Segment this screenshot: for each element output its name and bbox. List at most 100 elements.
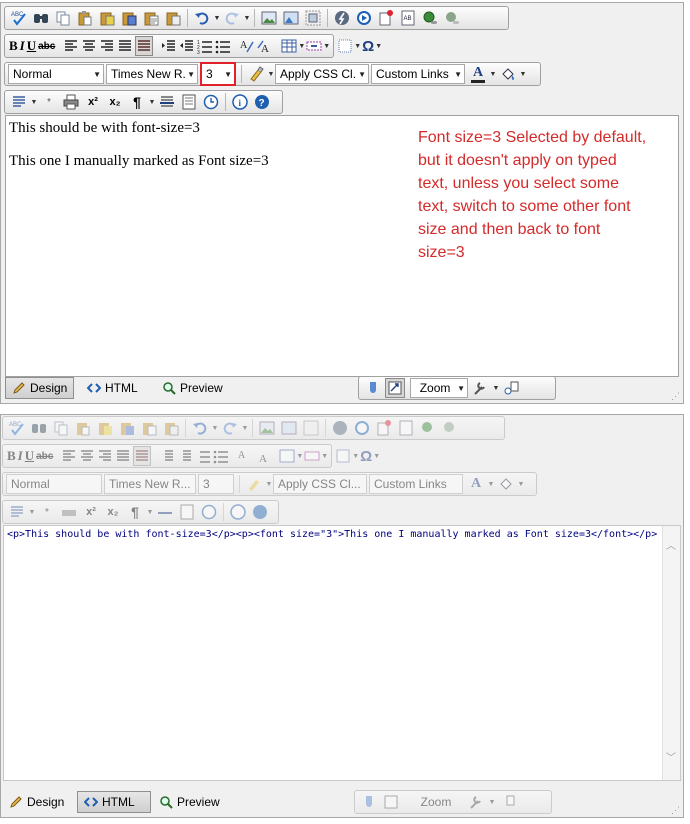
statistics-icon bbox=[497, 792, 517, 812]
tab-preview[interactable]: Preview bbox=[153, 791, 226, 813]
symbol-grid-dropdown-arrow[interactable]: ▼ bbox=[354, 37, 361, 55]
paste-html-icon[interactable] bbox=[141, 8, 161, 28]
document-manager-icon[interactable] bbox=[376, 8, 396, 28]
zoom-select[interactable]: Zoom ▼ bbox=[410, 378, 468, 398]
format-painter-icon[interactable] bbox=[246, 64, 266, 84]
image-map-icon[interactable] bbox=[281, 8, 301, 28]
tab-html[interactable]: HTML bbox=[81, 377, 144, 399]
design-content-area[interactable]: This should be with font-size=3 This one… bbox=[5, 115, 679, 377]
tools-dropdown-arrow[interactable]: ▼ bbox=[492, 379, 500, 397]
special-character-dropdown-arrow[interactable]: ▼ bbox=[375, 37, 382, 55]
format-stripper-icon[interactable]: A bbox=[239, 36, 255, 56]
redo-icon[interactable] bbox=[222, 8, 242, 28]
format-painter-dropdown-arrow[interactable]: ▼ bbox=[267, 65, 275, 83]
strikethrough-button[interactable]: abc bbox=[38, 36, 55, 56]
print-icon[interactable] bbox=[61, 92, 81, 112]
media-manager-icon[interactable] bbox=[354, 8, 374, 28]
paragraph-mark-dropdown-arrow: ▼ bbox=[146, 508, 154, 516]
tab-design[interactable]: Design bbox=[3, 791, 70, 813]
outdent-icon[interactable] bbox=[179, 36, 195, 56]
insert-table-icon[interactable] bbox=[281, 36, 297, 56]
document-properties-icon[interactable] bbox=[179, 92, 199, 112]
hyperlink-icon[interactable] bbox=[420, 8, 440, 28]
insert-date-time-icon[interactable] bbox=[201, 92, 221, 112]
superscript-button[interactable]: x² bbox=[83, 92, 103, 112]
flash-manager-icon[interactable] bbox=[332, 8, 352, 28]
paragraph-mark-button[interactable]: ¶ bbox=[127, 92, 147, 112]
asterisk-icon[interactable]: * bbox=[39, 92, 59, 112]
font-color-dropdown-arrow: ▼ bbox=[487, 480, 495, 488]
font-name-select[interactable]: Times New R... ▼ bbox=[106, 64, 198, 84]
about-icon[interactable]: i bbox=[230, 92, 250, 112]
insert-symbol-grid-icon[interactable] bbox=[337, 36, 353, 56]
tab-preview[interactable]: Preview bbox=[156, 377, 229, 399]
paste-plain-icon[interactable] bbox=[163, 8, 183, 28]
form-dropdown-arrow[interactable]: ▼ bbox=[323, 37, 330, 55]
toolbar-row-3-disabled: Normal Times New R... 3 ▼ Apply CSS Cl..… bbox=[2, 472, 537, 496]
format-block-select[interactable]: Normal ▼ bbox=[8, 64, 104, 84]
template-manager-icon bbox=[396, 418, 416, 438]
font-size-select[interactable]: 3 ▼ bbox=[200, 62, 236, 86]
undo-icon[interactable] bbox=[192, 8, 212, 28]
table-dropdown-arrow[interactable]: ▼ bbox=[298, 37, 305, 55]
indent-icon[interactable] bbox=[161, 36, 177, 56]
chevron-down-icon: ▼ bbox=[93, 69, 101, 79]
paragraph-style-icon[interactable] bbox=[9, 92, 29, 112]
find-icon[interactable] bbox=[31, 8, 51, 28]
toolbar-separator bbox=[252, 419, 253, 437]
css-class-select[interactable]: Apply CSS Cl... ▼ bbox=[275, 64, 369, 84]
toolbar-separator bbox=[225, 93, 226, 111]
paste-html-icon bbox=[139, 418, 159, 438]
paragraph-style-dropdown-arrow[interactable]: ▼ bbox=[30, 93, 38, 111]
remove-alignment-icon[interactable] bbox=[135, 36, 154, 56]
font-color-button[interactable]: A bbox=[468, 64, 488, 84]
font-color-dropdown-arrow[interactable]: ▼ bbox=[489, 65, 497, 83]
redo-dropdown-arrow[interactable]: ▼ bbox=[243, 9, 251, 27]
special-character-button[interactable]: Ω bbox=[362, 36, 374, 56]
numbered-list-icon[interactable]: 123 bbox=[197, 36, 213, 56]
justify-icon[interactable] bbox=[117, 36, 133, 56]
template-manager-icon[interactable]: AB bbox=[398, 8, 418, 28]
image-manager-icon[interactable] bbox=[259, 8, 279, 28]
toggle-screen-mode-icon[interactable] bbox=[385, 378, 405, 398]
bullet-list-icon[interactable] bbox=[215, 36, 231, 56]
undo-dropdown-arrow[interactable]: ▼ bbox=[213, 9, 221, 27]
help-icon[interactable]: ? bbox=[252, 92, 272, 112]
scroll-down-arrow[interactable]: ﹀ bbox=[666, 754, 676, 764]
subscript-button[interactable]: x₂ bbox=[105, 92, 125, 112]
align-right-icon[interactable] bbox=[99, 36, 115, 56]
html-source-area[interactable]: <p>This should be with font-size=3</p><p… bbox=[3, 525, 681, 781]
tab-design[interactable]: Design bbox=[5, 377, 75, 399]
insert-image-icon[interactable] bbox=[303, 8, 323, 28]
clear-format-icon[interactable]: A bbox=[257, 36, 273, 56]
horizontal-rule-icon[interactable] bbox=[157, 92, 177, 112]
format-block-value: Normal bbox=[11, 477, 50, 491]
vertical-scrollbar[interactable]: ︿ ﹀ bbox=[662, 526, 680, 780]
paste-icon[interactable] bbox=[75, 8, 95, 28]
redo-dropdown-arrow: ▼ bbox=[241, 424, 249, 432]
custom-links-select[interactable]: Custom Links ▼ bbox=[371, 64, 465, 84]
statistics-icon[interactable] bbox=[501, 378, 521, 398]
tools-icon[interactable] bbox=[471, 378, 491, 398]
indent-icon bbox=[159, 446, 175, 466]
spellcheck-icon[interactable]: ABC bbox=[9, 8, 29, 28]
resize-grip[interactable]: ⋰ bbox=[671, 391, 681, 401]
toolbar-row-4: ▼ * x² x₂ ¶ ▼ i ? bbox=[4, 90, 283, 114]
align-center-icon[interactable] bbox=[81, 36, 97, 56]
align-left-icon[interactable] bbox=[63, 36, 79, 56]
resize-grip[interactable]: ⋰ bbox=[671, 805, 681, 815]
insert-form-element-icon[interactable] bbox=[306, 36, 322, 56]
paste-text-icon[interactable] bbox=[97, 8, 117, 28]
scroll-up-arrow[interactable]: ︿ bbox=[666, 542, 676, 552]
bold-button[interactable]: B bbox=[9, 36, 18, 56]
paragraph-mark-dropdown-arrow[interactable]: ▼ bbox=[148, 93, 156, 111]
module-manager-icon[interactable] bbox=[363, 378, 383, 398]
background-color-dropdown-arrow[interactable]: ▼ bbox=[519, 65, 527, 83]
background-color-icon[interactable] bbox=[498, 64, 518, 84]
remove-link-icon[interactable] bbox=[442, 8, 462, 28]
tab-html[interactable]: HTML bbox=[77, 791, 151, 813]
underline-button[interactable]: U bbox=[27, 36, 36, 56]
copy-icon[interactable] bbox=[53, 8, 73, 28]
italic-button[interactable]: I bbox=[20, 36, 25, 56]
paste-word-icon[interactable] bbox=[119, 8, 139, 28]
